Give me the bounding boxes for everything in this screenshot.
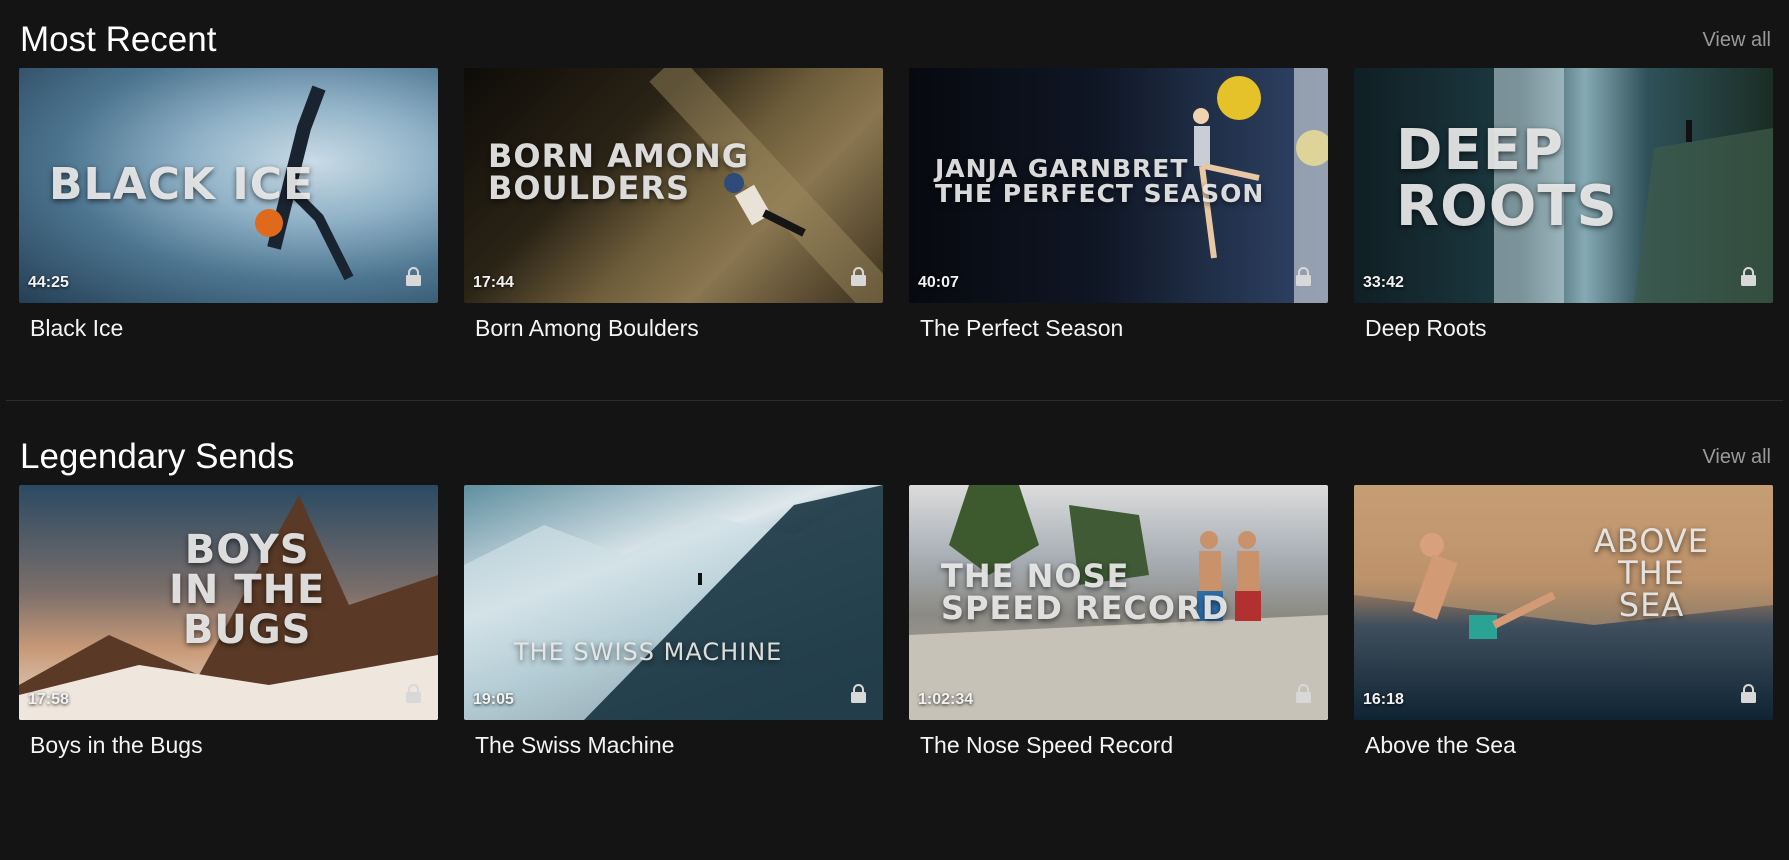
video-card-boys-in-the-bugs[interactable]: BOYS IN THE BUGS 17:58 Boys in the Bugs — [19, 485, 438, 759]
video-thumbnail[interactable]: ABOVE THE SEA 16:18 — [1354, 485, 1773, 720]
lock-icon — [1296, 684, 1311, 703]
video-duration: 33:42 — [1363, 274, 1404, 291]
view-all-link[interactable]: View all — [1702, 29, 1771, 52]
thumbnail-title-text: ABOVE THE SEA — [1594, 522, 1710, 624]
thumbnail-title-text: BORN AMONG BOULDERS — [488, 137, 750, 207]
lock-icon — [1296, 267, 1311, 286]
section-legendary-sends: Legendary Sends View all BOYS IN THE BUG… — [0, 401, 1789, 759]
thumbnail-title-text: THE NOSE SPEED RECORD — [941, 557, 1230, 627]
video-thumbnail[interactable]: JANJA GARNBRET THE PERFECT SEASON 40:07 — [909, 68, 1328, 303]
video-title[interactable]: Boys in the Bugs — [30, 732, 438, 759]
video-card-above-the-sea[interactable]: ABOVE THE SEA 16:18 Above the Sea — [1354, 485, 1773, 759]
video-card-the-perfect-season[interactable]: JANJA GARNBRET THE PERFECT SEASON 40:07 … — [909, 68, 1328, 342]
video-card-born-among-boulders[interactable]: BORN AMONG BOULDERS 17:44 Born Among Bou… — [464, 68, 883, 342]
video-row: BLACK ICE 44:25 Black Ice BORN AMONG BOU… — [19, 68, 1789, 342]
climber-figure — [1354, 485, 1773, 639]
video-title[interactable]: Above the Sea — [1365, 732, 1773, 759]
video-duration: 1:02:34 — [918, 691, 974, 708]
thumbnail-title-text: BLACK ICE — [49, 159, 315, 210]
video-duration: 16:18 — [1363, 691, 1404, 708]
video-title[interactable]: Black Ice — [30, 315, 438, 342]
lock-icon — [851, 267, 866, 286]
video-title[interactable]: Born Among Boulders — [475, 315, 883, 342]
video-thumbnail[interactable]: BORN AMONG BOULDERS 17:44 — [464, 68, 883, 303]
section-title: Legendary Sends — [20, 437, 295, 476]
lock-icon — [406, 684, 421, 703]
video-card-the-swiss-machine[interactable]: THE SWISS MACHINE 19:05 The Swiss Machin… — [464, 485, 883, 759]
section-header: Most Recent View all — [0, 6, 1789, 68]
video-title[interactable]: The Nose Speed Record — [920, 732, 1328, 759]
view-all-link[interactable]: View all — [1702, 446, 1771, 469]
video-title[interactable]: Deep Roots — [1365, 315, 1773, 342]
lock-icon — [851, 684, 866, 703]
lock-icon — [1741, 684, 1756, 703]
thumbnail-title-text: DEEP ROOTS — [1396, 118, 1618, 239]
thumbnail-art — [1354, 485, 1773, 720]
thumbnail-title-text: BOYS IN THE BUGS — [169, 527, 326, 653]
lock-icon — [1741, 267, 1756, 286]
video-duration: 19:05 — [473, 691, 514, 708]
video-title[interactable]: The Perfect Season — [920, 315, 1328, 342]
video-thumbnail[interactable]: DEEP ROOTS 33:42 — [1354, 68, 1773, 303]
thumbnail-title-text: JANJA GARNBRET THE PERFECT SEASON — [935, 154, 1265, 208]
video-duration: 17:58 — [28, 691, 69, 708]
video-thumbnail[interactable]: THE SWISS MACHINE 19:05 — [464, 485, 883, 720]
video-row: BOYS IN THE BUGS 17:58 Boys in the Bugs — [19, 485, 1789, 759]
thumbnail-title-text: THE SWISS MACHINE — [514, 638, 783, 666]
video-duration: 40:07 — [918, 274, 959, 291]
video-card-the-nose-speed-record[interactable]: THE NOSE SPEED RECORD 1:02:34 The Nose S… — [909, 485, 1328, 759]
video-thumbnail[interactable]: BOYS IN THE BUGS 17:58 — [19, 485, 438, 720]
section-header: Legendary Sends View all — [0, 423, 1789, 485]
video-thumbnail[interactable]: BLACK ICE 44:25 — [19, 68, 438, 303]
thumbnail-art — [464, 485, 883, 720]
video-card-black-ice[interactable]: BLACK ICE 44:25 Black Ice — [19, 68, 438, 342]
video-card-deep-roots[interactable]: DEEP ROOTS 33:42 Deep Roots — [1354, 68, 1773, 342]
video-duration: 17:44 — [473, 274, 514, 291]
video-thumbnail[interactable]: THE NOSE SPEED RECORD 1:02:34 — [909, 485, 1328, 720]
video-title[interactable]: The Swiss Machine — [475, 732, 883, 759]
section-title: Most Recent — [20, 20, 217, 59]
mountain-scene — [464, 485, 883, 720]
section-most-recent: Most Recent View all BLACK ICE 44:25 Bla… — [0, 0, 1789, 342]
video-duration: 44:25 — [28, 274, 69, 291]
lock-icon — [406, 267, 421, 286]
